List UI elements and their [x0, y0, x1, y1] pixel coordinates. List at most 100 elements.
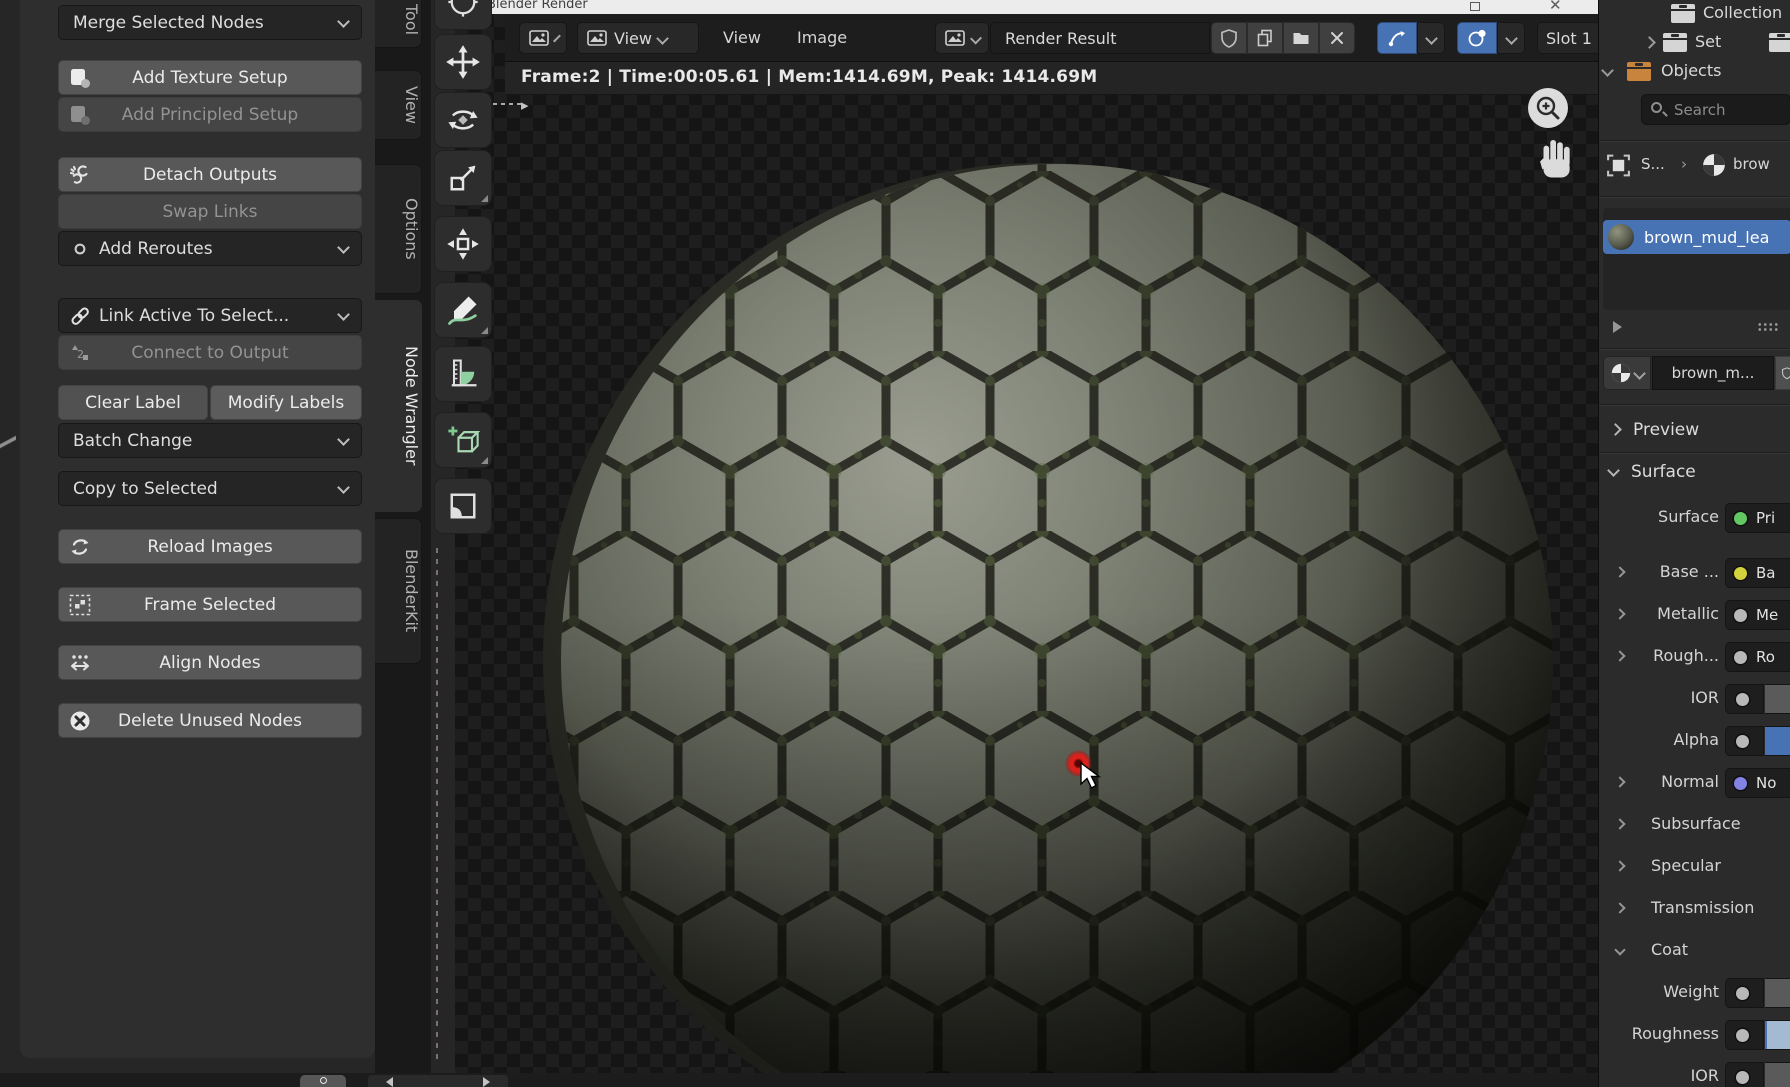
extrude-corner-tool-button[interactable]	[434, 478, 492, 534]
fake-user-shield-button[interactable]	[1211, 22, 1247, 54]
modify-labels-button[interactable]: Modify Labels	[210, 385, 362, 420]
fake-user-button[interactable]	[1775, 356, 1790, 390]
cursor-tool-icon	[445, 0, 481, 20]
annotate-tool-button[interactable]	[434, 282, 492, 338]
search-input-wrap[interactable]	[1641, 94, 1790, 125]
material-name-field[interactable]: brown_m...	[1652, 356, 1774, 390]
tab-tool[interactable]: Tool	[375, 0, 422, 48]
image-datablock-button[interactable]	[935, 22, 989, 54]
tab-view[interactable]: View	[375, 70, 422, 140]
align-nodes-button[interactable]: Align Nodes	[58, 645, 362, 680]
frame-selected-button[interactable]: Frame Selected	[58, 587, 362, 622]
prop-row-specular: Specular	[1599, 852, 1790, 882]
expand-region-arrow[interactable]: ▸	[521, 96, 529, 114]
gizmo-toggle-button[interactable]	[1377, 22, 1417, 54]
metallic-socket[interactable]: Me	[1725, 600, 1790, 630]
maximize-button[interactable]	[1470, 2, 1480, 11]
editor-type-button[interactable]	[519, 22, 567, 54]
scale-tool-button[interactable]	[434, 150, 492, 206]
image-name: Render Result	[1005, 29, 1116, 48]
breadcrumb-separator: ›	[1681, 155, 1687, 173]
search-input[interactable]	[1674, 101, 1774, 119]
breadcrumb-scene[interactable]: S...	[1641, 155, 1665, 173]
unlink-image-button[interactable]	[1319, 22, 1355, 54]
breadcrumb-object[interactable]: brow	[1733, 155, 1770, 173]
preview-section-header[interactable]: Preview	[1599, 416, 1790, 450]
record-circle-button[interactable]	[300, 1075, 346, 1087]
prop-label: Weight	[1599, 982, 1719, 1001]
outliner-row-set[interactable]: Set	[1599, 29, 1790, 58]
material-slot-selected[interactable]: brown_mud_lea	[1603, 220, 1790, 254]
reload-images-button[interactable]: Reload Images	[58, 529, 362, 564]
open-image-button[interactable]	[1283, 22, 1319, 54]
menu-view[interactable]: View	[723, 28, 761, 47]
resize-grip-icon[interactable]	[1757, 322, 1779, 332]
alpha-value-slider[interactable]	[1765, 726, 1790, 756]
play-expander-icon[interactable]	[1613, 321, 1622, 333]
detach-outputs-button[interactable]: Detach Outputs	[58, 157, 362, 192]
window-titlebar[interactable]: Blender Render ✕	[455, 0, 1598, 14]
prop-label: IOR	[1599, 688, 1719, 707]
add-texture-setup-button[interactable]: Add Texture Setup	[58, 60, 362, 95]
delete-unused-nodes-button[interactable]: Delete Unused Nodes	[58, 703, 362, 738]
link-active-to-selected-dropdown[interactable]: Link Active To Select...	[58, 298, 362, 333]
copy-to-selected-dropdown[interactable]: Copy to Selected	[58, 471, 362, 506]
cursor-tool-button[interactable]	[434, 0, 492, 30]
close-button[interactable]: ✕	[1549, 0, 1562, 14]
prev-frame-arrow[interactable]	[386, 1077, 393, 1087]
material-selector-row: brown_m...	[1603, 356, 1790, 390]
normal-socket[interactable]: No	[1725, 768, 1790, 798]
rotate-tool-button[interactable]	[434, 92, 492, 148]
slot-dropdown[interactable]: Slot 1	[1537, 22, 1598, 54]
base-color-socket[interactable]: Ba	[1725, 558, 1790, 588]
duplicate-image-button[interactable]	[1247, 22, 1283, 54]
ior-socket[interactable]	[1725, 684, 1764, 714]
batch-change-dropdown[interactable]: Batch Change	[58, 423, 362, 458]
transform-tool-button[interactable]	[434, 216, 492, 272]
roughness-socket[interactable]: Ro	[1725, 642, 1790, 672]
coat-ior-slider[interactable]	[1765, 1062, 1790, 1087]
measure-tool-button[interactable]	[434, 346, 492, 402]
surface-shader-socket[interactable]: Pri	[1725, 503, 1790, 533]
connect-to-output-button[interactable]: 2 Connect to Output	[58, 335, 362, 370]
pan-gizmo-button[interactable]	[1533, 132, 1579, 184]
image-name-field[interactable]: Render Result	[990, 22, 1210, 54]
material-browse-button[interactable]	[1603, 356, 1651, 390]
overlays-toggle-button[interactable]	[1457, 22, 1497, 54]
chevron-down-icon[interactable]	[1614, 944, 1625, 955]
add-cube-tool-button[interactable]	[434, 412, 492, 468]
tab-blenderkit[interactable]: BlenderKit	[375, 518, 422, 664]
swap-links-button[interactable]: Swap Links	[58, 194, 362, 229]
merge-selected-nodes-dropdown[interactable]: Merge Selected Nodes	[58, 5, 362, 40]
collapse-icon[interactable]	[1601, 64, 1614, 77]
coat-weight-socket[interactable]	[1725, 978, 1764, 1008]
coat-roughness-socket[interactable]	[1725, 1020, 1764, 1050]
tab-options[interactable]: Options	[375, 164, 422, 294]
chevron-right-icon[interactable]	[1614, 902, 1625, 913]
clear-label-button[interactable]: Clear Label	[58, 385, 208, 420]
image-icon	[944, 27, 966, 49]
outliner-row-collection[interactable]: Collection	[1599, 0, 1790, 29]
chevron-right-icon[interactable]	[1614, 818, 1625, 829]
coat-roughness-slider[interactable]	[1765, 1020, 1790, 1050]
prop-row-coat-ior: IOR	[1599, 1062, 1790, 1087]
next-frame-arrow[interactable]	[483, 1077, 490, 1087]
mode-dropdown[interactable]: View	[577, 22, 699, 54]
alpha-socket[interactable]	[1725, 726, 1764, 756]
zoom-gizmo-button[interactable]	[1528, 88, 1568, 128]
outliner-row-objects[interactable]: Objects	[1599, 58, 1790, 87]
chevron-right-icon[interactable]	[1614, 860, 1625, 871]
surface-section-header[interactable]: Surface	[1599, 458, 1790, 492]
move-tool-button[interactable]	[434, 34, 492, 90]
overlays-dropdown[interactable]	[1497, 22, 1525, 54]
render-view-canvas[interactable]: View View Image Render Result	[455, 14, 1598, 1075]
coat-weight-slider[interactable]	[1765, 978, 1790, 1008]
tab-node-wrangler[interactable]: Node Wrangler	[375, 300, 422, 512]
coat-ior-socket[interactable]	[1725, 1062, 1764, 1087]
gizmo-dropdown[interactable]	[1417, 22, 1445, 54]
menu-image[interactable]: Image	[797, 28, 847, 47]
ior-value-slider[interactable]	[1765, 684, 1790, 714]
add-principled-setup-button[interactable]: Add Principled Setup	[58, 97, 362, 132]
add-reroutes-dropdown[interactable]: Add Reroutes	[58, 231, 362, 266]
expand-icon[interactable]	[1643, 36, 1656, 49]
